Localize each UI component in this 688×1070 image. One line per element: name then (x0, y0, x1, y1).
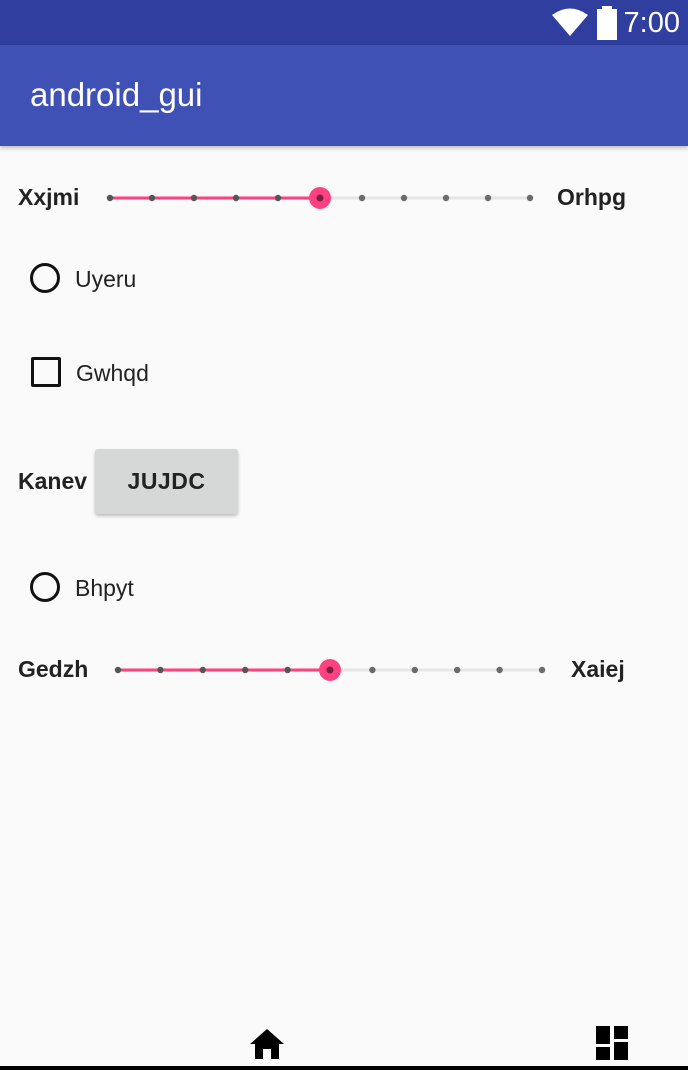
slider-tick (526, 194, 534, 202)
slider-tick (274, 194, 282, 202)
slider-tick (148, 194, 156, 202)
slider-tick (232, 194, 240, 202)
slider-tick (538, 666, 546, 674)
checkbox-box[interactable] (31, 357, 61, 387)
slider-tick (411, 666, 418, 674)
slider-tick (157, 666, 164, 674)
home-icon[interactable] (249, 1028, 285, 1060)
slider-tick (442, 194, 450, 202)
slider-tick (199, 666, 206, 674)
battery-icon (597, 6, 617, 40)
slider2[interactable] (108, 655, 552, 685)
slider-tick (190, 194, 198, 202)
slider-tick (496, 666, 503, 674)
checkbox-gwhqd[interactable]: Gwhqd (25, 352, 185, 396)
kanev-label: Kanev (18, 468, 88, 494)
slider-tick (284, 666, 291, 674)
slider-tick (114, 666, 122, 674)
jujdc-button[interactable]: JUJDC (95, 449, 238, 514)
slider1-right-label: Orhpg (557, 184, 626, 210)
radio-bhpyt-label: Bhpyt (75, 575, 134, 601)
radio-circle[interactable] (30, 572, 60, 602)
radio-uyeru-label: Uyeru (75, 266, 137, 292)
app-bar: android_gui (0, 45, 688, 146)
checkbox-gwhqd-label: Gwhqd (76, 360, 149, 386)
slider-tick (369, 666, 376, 674)
slider-tick (242, 666, 249, 674)
slider-tick (484, 194, 492, 202)
dashboard-icon[interactable] (596, 1026, 628, 1060)
app-title: android_gui (30, 76, 203, 113)
slider-tick (454, 666, 461, 674)
nav-bar-line (0, 1066, 688, 1070)
slider-thumb-dot (326, 666, 334, 674)
radio-circle[interactable] (30, 263, 60, 293)
slider-tick (400, 194, 408, 202)
slider-tick (106, 194, 114, 202)
radio-uyeru[interactable]: Uyeru (25, 258, 185, 302)
slider2-right-label: Xaiej (571, 656, 625, 682)
slider1[interactable] (100, 183, 540, 213)
nav-bar (0, 1016, 688, 1070)
status-bar: 7:00 (0, 0, 688, 45)
slider2-left-label: Gedzh (18, 656, 89, 682)
radio-bhpyt[interactable]: Bhpyt (25, 567, 185, 611)
status-time: 7:00 (623, 7, 680, 39)
slider-tick (358, 194, 366, 202)
slider1-left-label: Xxjmi (18, 184, 80, 210)
slider-thumb-dot (316, 194, 324, 202)
